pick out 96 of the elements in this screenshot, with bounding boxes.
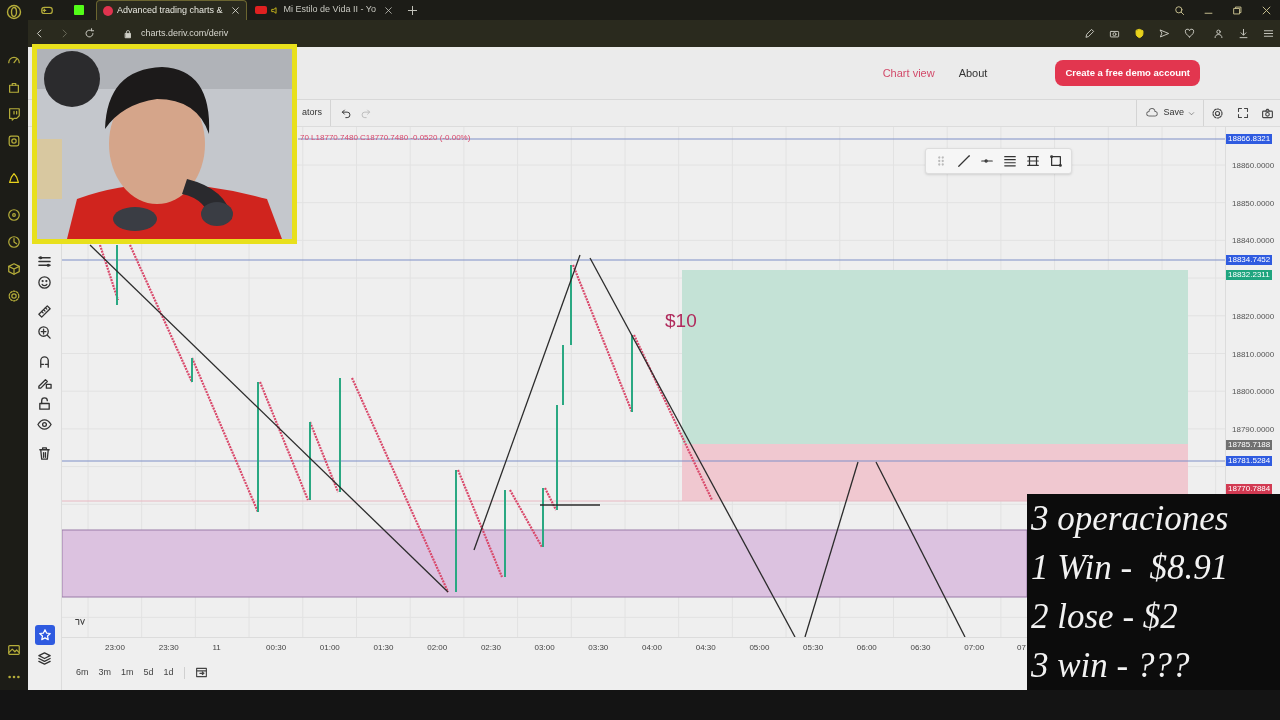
close-icon[interactable] (383, 5, 393, 15)
price-tick: 18850.0000 (1232, 197, 1275, 210)
favorites-button[interactable] (34, 625, 55, 645)
nav-link[interactable]: About (958, 64, 988, 82)
emoji-icon[interactable] (37, 275, 52, 290)
price-tick: 18800.0000 (1232, 386, 1275, 399)
create-account-button[interactable]: Create a free demo account (1055, 60, 1200, 86)
overlay-caption: 2 lose - $2 (1031, 596, 1179, 638)
lines-tool-icon[interactable] (37, 254, 52, 269)
time-tick: 23:30 (158, 642, 179, 654)
trend-line[interactable] (804, 461, 859, 637)
price-badge: 18834.7452 (1226, 255, 1273, 266)
rectangle-icon[interactable] (1048, 154, 1063, 168)
timeframe-button[interactable]: 3m (98, 665, 112, 680)
close-icon[interactable] (230, 6, 240, 15)
time-tick: 06:00 (856, 642, 877, 654)
music-disc-icon[interactable] (7, 208, 21, 222)
price-badge: 18832.2311 (1226, 269, 1272, 280)
shield-icon[interactable] (1134, 28, 1145, 39)
price-badge: 18770.7884 (1226, 484, 1273, 494)
search-icon[interactable] (1174, 4, 1185, 16)
time-tick: 02:30 (480, 642, 501, 654)
layers-icon[interactable] (37, 651, 52, 666)
timeframe-button[interactable]: 1d (163, 665, 174, 680)
star-icon (37, 628, 52, 642)
price-tick: 18840.0000 (1232, 235, 1275, 248)
time-tick: 05:30 (803, 642, 824, 654)
heart-icon[interactable] (1184, 28, 1195, 39)
menu-icon[interactable] (1263, 28, 1274, 39)
bag-icon[interactable] (7, 80, 21, 94)
time-tick: 01:00 (319, 642, 340, 654)
nav-link[interactable]: Chart view (882, 64, 935, 82)
time-tick: 00:30 (266, 642, 287, 654)
price-badge: 18781.5284 (1226, 455, 1273, 466)
price-tick: 18790.0000 (1232, 423, 1275, 436)
channel-icon[interactable] (1002, 154, 1017, 168)
url-text[interactable]: charts.deriv.com/deriv (141, 26, 229, 41)
edit-icon[interactable] (1084, 28, 1095, 39)
time-tick: 07 (1017, 642, 1026, 654)
camera-icon[interactable] (1109, 28, 1120, 39)
price-tick: 18860.0000 (1232, 160, 1275, 172)
trend-line[interactable] (539, 504, 601, 506)
user-icon[interactable] (1213, 28, 1224, 39)
new-tab-icon[interactable] (406, 4, 418, 16)
time-tick: 04:30 (695, 642, 716, 654)
camera-icon[interactable] (1261, 106, 1274, 120)
browser-tab[interactable]: Mi Estilo de Vida II - Yo (248, 0, 399, 20)
ohlc-readout: 70 L18770.7480 C18770.7480 -0.0520 (-0.00%) (300, 132, 471, 144)
reload-icon[interactable] (84, 28, 95, 39)
price-tick: 18820.0000 (1232, 310, 1275, 323)
time-tick: 03:00 (534, 642, 555, 654)
time-tick: 03:30 (588, 642, 609, 654)
magnet-icon[interactable] (37, 354, 52, 369)
speaker-icon[interactable] (270, 5, 280, 15)
trash-icon[interactable] (37, 446, 52, 461)
timeframe-button[interactable]: 5d (143, 665, 154, 680)
lock-icon (123, 28, 133, 39)
timeframe-button[interactable]: 1m (121, 665, 134, 680)
browser-tab[interactable]: Advanced trading charts & (96, 0, 247, 20)
send-icon[interactable] (1159, 28, 1170, 39)
fullscreen-icon[interactable] (1237, 107, 1249, 119)
save-button[interactable]: Save (1137, 100, 1204, 126)
restore-icon[interactable] (1232, 4, 1243, 16)
time-tick: 11 (212, 642, 221, 654)
chart-annotation[interactable]: $10 (665, 307, 697, 336)
download-icon[interactable] (1238, 28, 1249, 39)
price-tick: 18810.0000 (1232, 348, 1275, 361)
time-tick: 02:00 (427, 642, 448, 654)
price-badge: 18866.8321 (1226, 134, 1273, 145)
overlay-caption: 3 operaciones (1031, 498, 1230, 540)
overlay-caption: 3 win - ??? (1031, 645, 1191, 687)
time-tick: 01:30 (373, 642, 394, 654)
time-tick: 06:30 (910, 642, 931, 654)
chart-logo-icon (73, 617, 87, 627)
gallery-icon[interactable] (7, 643, 21, 657)
undo-icon[interactable] (341, 107, 352, 119)
overlay-caption: 1 Win - $8.91 (1031, 547, 1230, 589)
clock-icon[interactable] (7, 235, 21, 249)
cloud-icon (1145, 107, 1160, 119)
cube-icon[interactable] (7, 262, 21, 276)
ruler-icon[interactable] (37, 304, 52, 319)
time-tick: 07:00 (964, 642, 985, 654)
time-tick: 05:00 (749, 642, 770, 654)
caret-icon (1188, 109, 1195, 117)
time-tick: 23:00 (105, 642, 126, 654)
price-badge: 18785.7188 (1226, 440, 1273, 451)
close-icon[interactable] (1261, 4, 1272, 16)
indicators-button[interactable]: ators (302, 100, 331, 126)
date-range-icon[interactable] (194, 666, 208, 679)
time-tick: 04:00 (642, 642, 663, 654)
unlock-icon[interactable] (37, 396, 52, 411)
trend-line-icon[interactable] (957, 154, 972, 168)
timeframe-button[interactable]: 6m (76, 665, 89, 680)
zoom-in-icon[interactable] (37, 325, 52, 340)
fibonacci-icon[interactable] (1025, 154, 1040, 168)
eye-icon[interactable] (37, 417, 52, 432)
